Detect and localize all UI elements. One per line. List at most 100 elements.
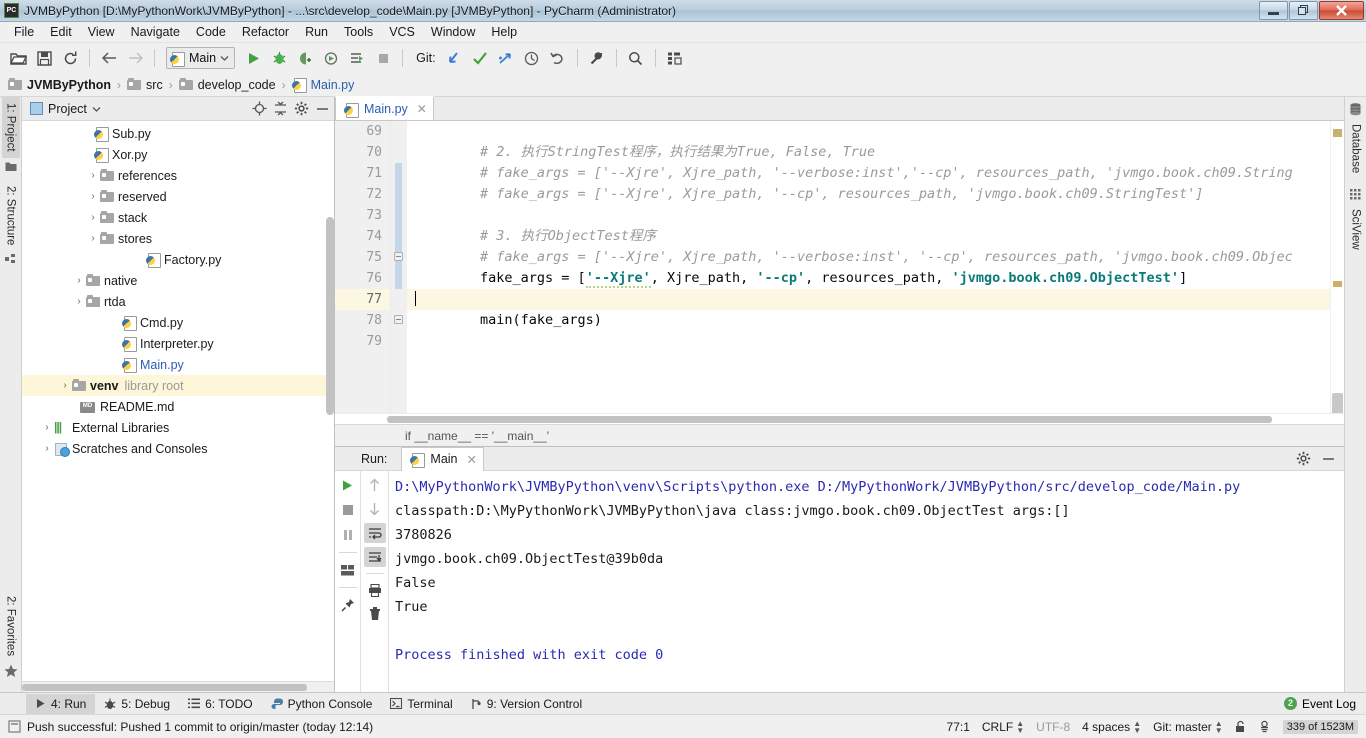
scroll-up-icon[interactable] [364, 475, 386, 495]
sidebar-item-project[interactable]: 1: Project [1, 97, 20, 158]
lock-icon[interactable] [1235, 720, 1246, 733]
search-icon[interactable] [624, 46, 648, 70]
tab-debug[interactable]: 5: Debug [95, 694, 179, 714]
fold-collapse-icon[interactable] [394, 315, 403, 324]
tab-todo[interactable]: 6: TODO [179, 694, 262, 714]
menu-help[interactable]: Help [483, 23, 525, 41]
stop-icon[interactable] [371, 46, 395, 70]
list-item[interactable]: › stores [22, 228, 334, 249]
tab-python-console[interactable]: Python Console [262, 694, 382, 714]
sidebar-item-favorites[interactable]: 2: Favorites [2, 590, 20, 662]
editor-hscrollbar[interactable] [335, 413, 1344, 424]
pause-icon[interactable] [337, 525, 359, 545]
vcs-push-icon[interactable] [494, 46, 518, 70]
run-coverage-icon[interactable] [293, 46, 317, 70]
close-button[interactable] [1319, 1, 1364, 20]
tab-run[interactable]: 4: Run [26, 693, 96, 714]
chevron-right-icon[interactable]: › [72, 296, 86, 307]
run-icon[interactable] [241, 46, 265, 70]
list-item[interactable]: › native [22, 270, 334, 291]
menu-navigate[interactable]: Navigate [123, 23, 188, 41]
scrollbar-thumb[interactable] [1332, 393, 1343, 413]
menu-code[interactable]: Code [188, 23, 234, 41]
list-item[interactable]: › references [22, 165, 334, 186]
code-editor[interactable]: 69 70 71 72 73 74 75 76 77 78 79 # 2. 执行… [335, 121, 1344, 413]
chevron-right-icon[interactable]: › [86, 191, 100, 202]
arrow-left-icon[interactable] [97, 46, 121, 70]
run-with-icon[interactable] [345, 46, 369, 70]
tab-version-control[interactable]: 9: Version Control [462, 694, 591, 714]
gear-icon[interactable] [294, 101, 309, 116]
list-item-scratches[interactable]: › Scratches and Consoles [22, 438, 334, 459]
clear-all-icon[interactable] [364, 604, 386, 624]
fold-collapse-icon[interactable] [394, 252, 403, 261]
list-item[interactable]: Sub.py [22, 123, 334, 144]
collapse-all-icon[interactable] [273, 101, 288, 116]
menu-vcs[interactable]: VCS [381, 23, 423, 41]
scroll-to-end-icon[interactable] [363, 547, 386, 567]
hide-icon[interactable] [315, 101, 330, 116]
chevron-right-icon[interactable]: › [86, 233, 100, 244]
hide-icon[interactable] [1321, 451, 1336, 466]
chevron-right-icon[interactable]: › [86, 170, 100, 181]
print-icon[interactable] [364, 580, 386, 600]
list-item-venv[interactable]: › venv library root [22, 375, 334, 396]
tab-main-py[interactable]: Main.py ✕ [335, 96, 434, 120]
pin-tab-icon[interactable] [337, 595, 359, 615]
wrench-icon[interactable] [585, 46, 609, 70]
line-separator[interactable]: CRLF ▲ ▼ [982, 719, 1024, 734]
list-item[interactable]: Cmd.py [22, 312, 334, 333]
git-branch-widget[interactable]: Git: master ▲ ▼ [1153, 719, 1223, 734]
project-tree[interactable]: Sub.py Xor.py › references › reserved › … [22, 121, 334, 681]
menu-tools[interactable]: Tools [336, 23, 381, 41]
list-item[interactable]: Xor.py [22, 144, 334, 165]
project-panel-title[interactable]: Project [30, 102, 101, 116]
list-item-external-libraries[interactable]: › External Libraries [22, 417, 334, 438]
scroll-down-icon[interactable] [364, 499, 386, 519]
breadcrumb-main-py[interactable]: Main.py [291, 77, 354, 93]
status-message[interactable]: Push successful: Pushed 1 commit to orig… [27, 720, 373, 734]
event-log-label[interactable]: Event Log [1302, 697, 1356, 711]
history-icon[interactable] [520, 46, 544, 70]
sidebar-item-sciview[interactable]: SciView [1347, 203, 1365, 256]
soft-wrap-icon[interactable] [363, 523, 386, 543]
list-item[interactable]: › stack [22, 207, 334, 228]
chevron-right-icon[interactable]: › [58, 380, 72, 391]
minimize-button[interactable] [1259, 1, 1288, 20]
menu-refactor[interactable]: Refactor [234, 23, 297, 41]
locate-icon[interactable] [252, 101, 267, 116]
debug-icon[interactable] [267, 46, 291, 70]
rerun-icon[interactable] [337, 475, 359, 495]
code-folding-gutter[interactable] [391, 121, 407, 413]
list-item[interactable]: Factory.py [22, 249, 334, 270]
sidebar-item-structure[interactable]: 2: Structure [2, 180, 20, 251]
vcs-commit-icon[interactable] [468, 46, 492, 70]
list-item[interactable]: › rtda [22, 291, 334, 312]
list-item[interactable]: Main.py [22, 354, 334, 375]
chevron-right-icon[interactable]: › [86, 212, 100, 223]
editor-scrollbar[interactable] [1330, 121, 1344, 413]
gear-icon[interactable] [1296, 451, 1311, 466]
project-tree-hscrollbar[interactable] [22, 681, 334, 692]
indent-setting[interactable]: 4 spaces ▲ ▼ [1082, 719, 1141, 734]
refresh-icon[interactable] [58, 46, 82, 70]
code-text-area[interactable]: # 2. 执行StringTest程序，执行结果为True, False, Tr… [407, 121, 1330, 413]
arrow-right-icon[interactable] [123, 46, 147, 70]
chevron-right-icon[interactable]: › [40, 422, 54, 433]
inspector-icon[interactable] [1258, 720, 1271, 733]
file-encoding[interactable]: UTF-8 [1036, 720, 1070, 734]
project-tree-scrollbar[interactable] [326, 217, 334, 415]
restore-layout-icon[interactable] [337, 560, 359, 580]
menu-view[interactable]: View [80, 23, 123, 41]
breadcrumb-develop-code[interactable]: develop_code [178, 77, 276, 92]
chevron-right-icon[interactable]: › [40, 443, 54, 454]
tab-terminal[interactable]: Terminal [381, 694, 461, 714]
menu-window[interactable]: Window [423, 23, 483, 41]
menu-edit[interactable]: Edit [42, 23, 80, 41]
run-configuration-selector[interactable]: Main [166, 47, 236, 69]
save-icon[interactable] [32, 46, 56, 70]
open-folder-icon[interactable] [6, 46, 30, 70]
menu-file[interactable]: File [6, 23, 42, 41]
list-item[interactable]: Interpreter.py [22, 333, 334, 354]
vcs-update-icon[interactable] [442, 46, 466, 70]
